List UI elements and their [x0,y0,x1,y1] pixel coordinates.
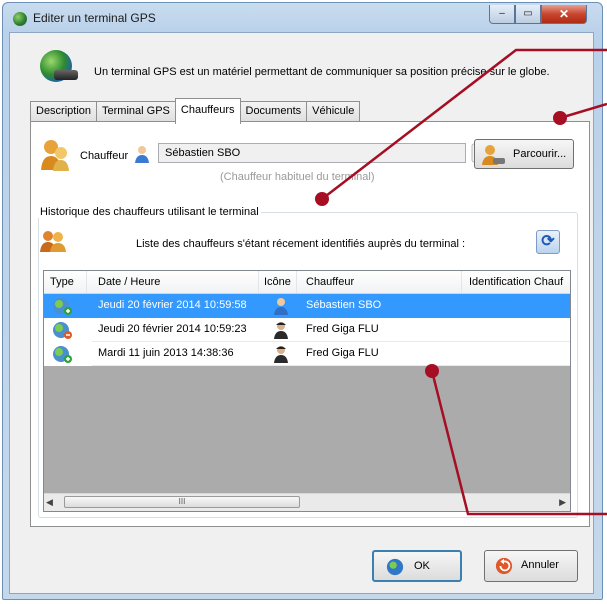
tab-chauffeurs[interactable]: Chauffeurs [174,98,241,124]
annotation-dot-hint [315,192,329,206]
annotation-dot-list [425,364,439,378]
annotation-dot-browse [553,111,567,125]
annotation-lines [321,48,607,516]
